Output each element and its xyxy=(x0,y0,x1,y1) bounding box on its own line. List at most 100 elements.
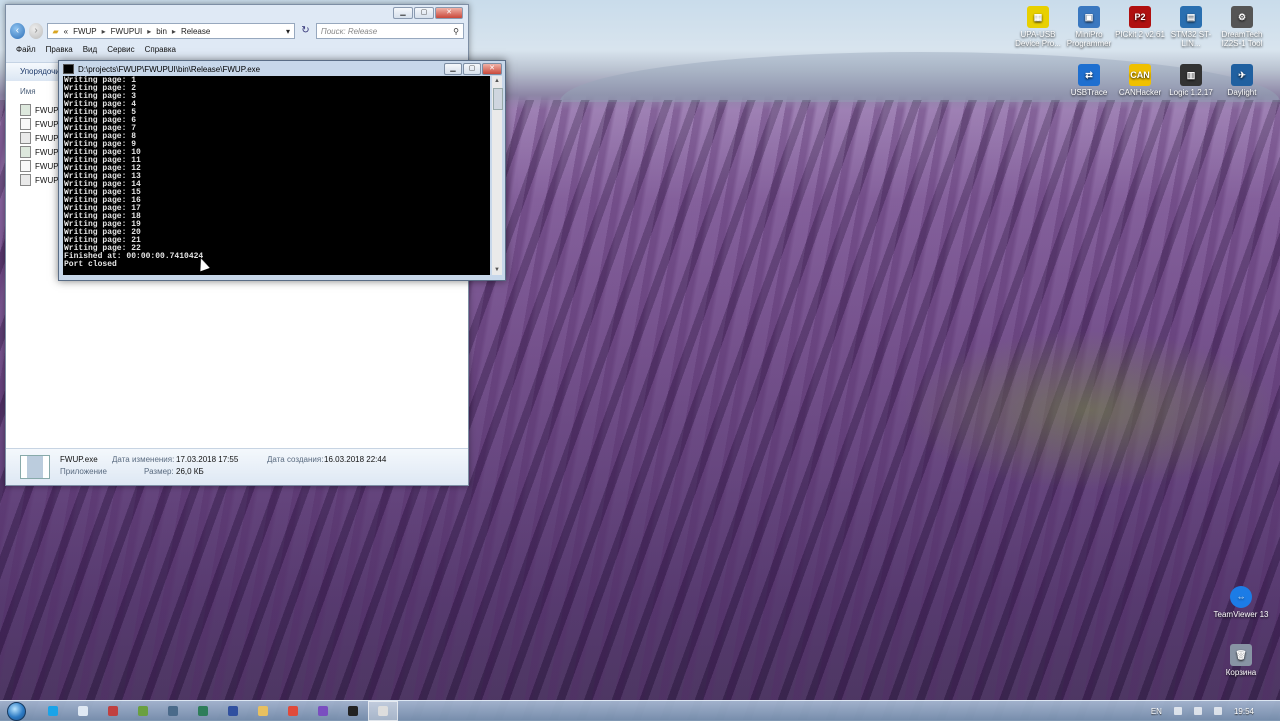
desktop-icon-label: UPA-USB Device Pro... xyxy=(1015,30,1061,48)
column-header-name[interactable]: Имя xyxy=(20,87,36,96)
desktop-icon-canhacker[interactable]: CAN CANHacker xyxy=(1112,64,1168,97)
desktop-icon-label: MiniPro Programmer xyxy=(1066,30,1112,48)
taskbar-item-folder[interactable] xyxy=(248,701,278,721)
flag-icon[interactable] xyxy=(1173,707,1182,715)
menu-edit[interactable]: Правка xyxy=(46,45,73,54)
console-window-controls: ▁ ▢ ✕ xyxy=(444,63,502,75)
back-button[interactable]: ‹ xyxy=(10,23,25,39)
desktop-icon-logic[interactable]: ▥ Logic 1.2.17 xyxy=(1163,64,1219,97)
desktop-icon-recycle-bin[interactable]: 🗑 Корзина xyxy=(1213,644,1269,677)
explorer-navigation: ‹ › ▰ « FWUP ▸ FWUPUI ▸ bin ▸ Release ▾ … xyxy=(10,22,465,40)
desktop-icon-dreamtech[interactable]: ⚙ DreamTech IZ2S-1 Tool xyxy=(1214,6,1270,48)
file-icon xyxy=(20,160,31,172)
taskbar-item-app-dark[interactable] xyxy=(338,701,368,721)
taskbar-item-tool-red[interactable] xyxy=(98,701,128,721)
close-button[interactable]: ✕ xyxy=(435,7,463,19)
file-icon xyxy=(20,174,31,186)
desktop-icon-daylight[interactable]: ✈ Daylight xyxy=(1214,64,1270,97)
breadcrumb-fwupui[interactable]: FWUPUI xyxy=(111,27,143,36)
logic-icon: ▥ xyxy=(1180,64,1202,86)
breadcrumb-release[interactable]: Release xyxy=(181,27,210,36)
taskbar-item-tool-save[interactable] xyxy=(218,701,248,721)
taskbar-item-explorer-blank[interactable] xyxy=(68,701,98,721)
file-icon xyxy=(20,146,31,158)
search-icon[interactable]: ⚲ xyxy=(453,27,459,36)
menu-view[interactable]: Вид xyxy=(83,45,97,54)
taskbar-item-chrome[interactable] xyxy=(278,701,308,721)
console-scrollbar[interactable]: ▲ ▼ xyxy=(492,76,503,275)
minimize-button[interactable]: ▁ xyxy=(444,63,462,75)
organize-button[interactable]: Упорядочи xyxy=(20,67,60,76)
daylight-icon: ✈ xyxy=(1231,64,1253,86)
taskbar-item-tool-board[interactable] xyxy=(188,701,218,721)
console-window[interactable]: D:\projects\FWUP\FWUPUI\bin\Release\FWUP… xyxy=(58,60,506,281)
maximize-button[interactable]: ▢ xyxy=(463,63,481,75)
address-bar[interactable]: ▰ « FWUP ▸ FWUPUI ▸ bin ▸ Release ▾ xyxy=(47,23,296,39)
menu-file[interactable]: Файл xyxy=(16,45,36,54)
details-file-name: FWUP.exe xyxy=(60,455,98,464)
file-item[interactable]: FWUP. xyxy=(20,131,63,145)
desktop-icon-label: Корзина xyxy=(1225,668,1257,677)
desktop-icon-upa-usb[interactable]: ▦ UPA-USB Device Pro... xyxy=(1010,6,1066,48)
desktop-icon-teamviewer[interactable]: ⇔ TeamViewer 13 xyxy=(1213,586,1269,619)
skype-icon xyxy=(48,706,58,716)
desktop-icon-label: TeamViewer 13 xyxy=(1213,610,1269,619)
volume-icon[interactable] xyxy=(1213,707,1222,715)
wallpaper-grass xyxy=(900,330,1280,490)
file-item[interactable]: FWUPL xyxy=(20,145,63,159)
refresh-icon[interactable]: ↻ xyxy=(299,24,312,38)
scroll-down-icon[interactable]: ▼ xyxy=(492,265,502,275)
console-titlebar[interactable]: D:\projects\FWUP\FWUPUI\bin\Release\FWUP… xyxy=(63,63,445,75)
desktop-icon-usbtrace[interactable]: ⇄ USBTrace xyxy=(1061,64,1117,97)
breadcrumb-fwup[interactable]: FWUP xyxy=(73,27,97,36)
minimize-button[interactable]: ▁ xyxy=(393,7,413,19)
details-size-label: Размер: xyxy=(144,467,174,476)
file-item[interactable]: FWUPL xyxy=(20,173,63,187)
taskbar-item-console[interactable] xyxy=(368,701,398,721)
file-name: FWUP. xyxy=(35,133,60,143)
file-item[interactable]: FWUPL xyxy=(20,159,63,173)
pickit-icon: P2 xyxy=(1129,6,1151,28)
breadcrumb-separator-icon[interactable]: ▸ xyxy=(172,27,176,36)
desktop-icon-label: USBTrace xyxy=(1070,88,1108,97)
chrome-icon xyxy=(288,706,298,716)
file-icon xyxy=(20,132,31,144)
breadcrumb-bin[interactable]: bin xyxy=(156,27,167,36)
breadcrumb-separator-icon[interactable]: ▸ xyxy=(102,27,106,36)
file-icon xyxy=(20,104,31,116)
details-created-label: Дата создания: xyxy=(267,455,324,464)
desktop-icon-stm32[interactable]: ▤ STM32 ST-LIN... xyxy=(1163,6,1219,48)
start-button[interactable] xyxy=(0,701,32,721)
forward-button[interactable]: › xyxy=(28,23,44,39)
console-text: Writing page: 1 Writing page: 2 Writing … xyxy=(64,76,204,269)
desktop-icon-label: Logic 1.2.17 xyxy=(1169,88,1213,97)
search-input[interactable]: Поиск: Release ⚲ xyxy=(315,23,465,39)
network-icon[interactable] xyxy=(1193,707,1202,715)
console-output[interactable]: Writing page: 1 Writing page: 2 Writing … xyxy=(63,76,490,275)
scroll-up-icon[interactable]: ▲ xyxy=(492,76,502,86)
language-indicator[interactable]: EN xyxy=(1151,707,1162,716)
file-item[interactable]: FWUP. xyxy=(20,103,63,117)
close-button[interactable]: ✕ xyxy=(482,63,502,75)
details-pane: FWUP.exe Приложение Дата изменения: 17.0… xyxy=(6,448,468,485)
address-overflow[interactable]: « xyxy=(64,27,68,36)
explorer-menu-bar: Файл Правка Вид Сервис Справка xyxy=(16,45,176,54)
desktop-icon-minipro[interactable]: ▣ MiniPro Programmer xyxy=(1061,6,1117,48)
tool-save-icon xyxy=(228,706,238,716)
maximize-button[interactable]: ▢ xyxy=(414,7,434,19)
taskbar-item-tool-chip[interactable] xyxy=(158,701,188,721)
breadcrumb-separator-icon[interactable]: ▸ xyxy=(147,27,151,36)
recycle-bin-icon: 🗑 xyxy=(1230,644,1252,666)
scroll-thumb[interactable] xyxy=(493,88,503,110)
app-dark-icon xyxy=(348,706,358,716)
taskbar-item-tool-green[interactable] xyxy=(128,701,158,721)
clock[interactable]: 19:54 xyxy=(1234,707,1254,716)
dreamtech-icon: ⚙ xyxy=(1231,6,1253,28)
taskbar-item-visual-studio[interactable] xyxy=(308,701,338,721)
menu-tools[interactable]: Сервис xyxy=(107,45,134,54)
address-dropdown-icon[interactable]: ▾ xyxy=(286,27,290,36)
file-item[interactable]: FWUP. xyxy=(20,117,63,131)
menu-help[interactable]: Справка xyxy=(145,45,176,54)
taskbar-item-skype[interactable] xyxy=(38,701,68,721)
desktop-icon-pickit[interactable]: P2 PICkit 2 v2.61 xyxy=(1112,6,1168,39)
